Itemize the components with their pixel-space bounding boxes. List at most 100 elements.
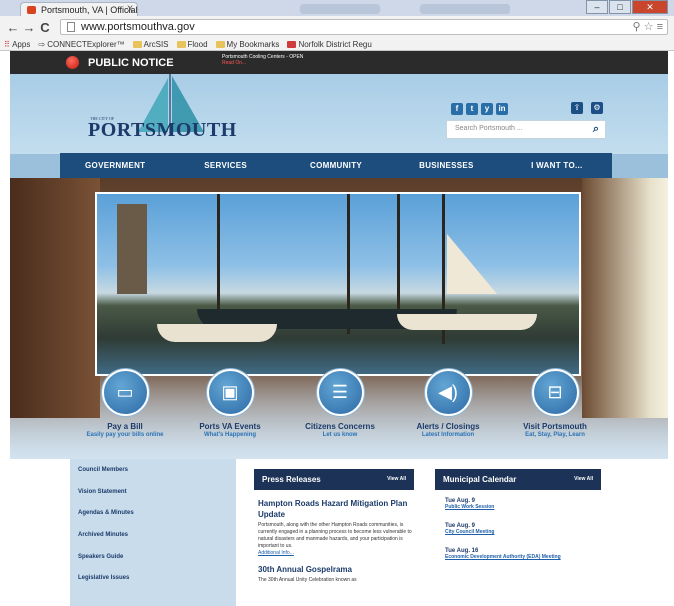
- tab-title: Portsmouth, VA | Official: [41, 5, 138, 15]
- linkedin-icon[interactable]: in: [496, 103, 508, 115]
- calendar-event-link[interactable]: Public Work Session: [445, 504, 601, 511]
- search-icon[interactable]: ⌕: [593, 123, 599, 136]
- alert-dot-icon: [66, 56, 79, 69]
- minimize-icon[interactable]: –: [586, 0, 608, 14]
- nav-i-want-to[interactable]: I WANT TO...: [502, 153, 612, 178]
- browser-tab[interactable]: Portsmouth, VA | Official X: [20, 2, 138, 16]
- quick-link-title: Pay a Bill: [107, 422, 143, 431]
- bookmark-red-icon: [287, 41, 297, 49]
- bookmark-item[interactable]: Norfolk District Regu: [287, 40, 372, 49]
- favicon-icon: [27, 6, 36, 14]
- bookmark-item[interactable]: My Bookmarks: [215, 40, 279, 49]
- website: PUBLIC NOTICE Portsmouth Cooling Centers…: [10, 51, 668, 606]
- sidebar-item-speakers-guide[interactable]: Speakers Guide: [70, 546, 236, 568]
- quick-link-subtitle: Easily pay your bills online: [86, 432, 164, 438]
- settings-icon[interactable]: ⚙: [591, 102, 603, 114]
- nav-community[interactable]: COMMUNITY: [281, 153, 391, 178]
- bookmark-link-icon: ⇨: [38, 40, 48, 49]
- press-item-body: Portsmouth, along with the other Hampton…: [258, 522, 412, 549]
- press-item-title[interactable]: Hampton Roads Hazard Mitigation Plan Upd…: [258, 498, 414, 520]
- sidebar-item-agendas-minutes[interactable]: Agendas & Minutes: [70, 502, 236, 524]
- content-area: Council Members Vision Statement Agendas…: [10, 459, 668, 606]
- quick-links: ▭ Pay a Bill Easily pay your bills onlin…: [70, 369, 610, 449]
- quick-link-title: Visit Portsmouth: [523, 422, 587, 431]
- browser-toolbar: ← → C www.portsmouthva.gov ⚲ ☆ ≡ ⠿ Apps …: [0, 16, 674, 51]
- public-notice-bar[interactable]: PUBLIC NOTICE Portsmouth Cooling Centers…: [10, 51, 668, 74]
- browser-tab-strip: Portsmouth, VA | Official X – □ ✕: [0, 0, 674, 16]
- quick-link-title: Alerts / Closings: [416, 422, 480, 431]
- quick-link-visit[interactable]: ⊟ Visit Portsmouth Eat, Stay, Play, Lear…: [500, 369, 610, 438]
- url-text: www.portsmouthva.gov: [81, 21, 195, 33]
- calendar-event-link[interactable]: City Council Meeting: [445, 529, 601, 536]
- forward-button[interactable]: →: [22, 20, 36, 35]
- press-item-title[interactable]: 30th Annual Gospelrama: [258, 564, 414, 575]
- calendar-header: Municipal Calendar View All: [435, 469, 601, 490]
- quick-link-alerts[interactable]: ◀) Alerts / Closings Latest Information: [393, 369, 503, 438]
- quick-link-title: Citizens Concerns: [305, 422, 375, 431]
- sidebar-item-vision-statement[interactable]: Vision Statement: [70, 481, 236, 503]
- quick-link-pay-bill[interactable]: ▭ Pay a Bill Easily pay your bills onlin…: [70, 369, 180, 438]
- bookmark-item[interactable]: ⠿ Apps: [4, 40, 30, 49]
- calendar-title: Municipal Calendar: [443, 475, 517, 484]
- briefcase-icon: ⊟: [531, 369, 579, 416]
- youtube-icon[interactable]: y: [481, 103, 493, 115]
- close-window-icon[interactable]: ✕: [632, 0, 668, 14]
- calendar-event-link[interactable]: Economic Development Authority (EDA) Mee…: [445, 554, 585, 561]
- nav-services[interactable]: SERVICES: [170, 153, 280, 178]
- tab-close-icon[interactable]: X: [127, 4, 133, 14]
- credit-card-icon: ▭: [101, 369, 149, 416]
- window-controls: – □ ✕: [585, 0, 668, 14]
- press-releases-panel: Press Releases View All Hampton Roads Ha…: [254, 469, 414, 606]
- quick-link-subtitle: What's Happening: [203, 432, 257, 438]
- press-releases-header: Press Releases View All: [254, 469, 414, 490]
- quick-link-events[interactable]: ▣ Ports VA Events What's Happening: [175, 369, 285, 438]
- chat-icon: ☰: [316, 369, 364, 416]
- calendar-view-all-link[interactable]: View All: [574, 476, 593, 482]
- quick-link-concerns[interactable]: ☰ Citizens Concerns Let us know: [285, 369, 395, 438]
- press-view-all-link[interactable]: View All: [387, 476, 406, 482]
- notice-ticker[interactable]: Portsmouth Cooling Centers - OPEN Read O…: [222, 54, 303, 66]
- facebook-icon[interactable]: f: [451, 103, 463, 115]
- council-sidebar: Council Members Vision Statement Agendas…: [70, 459, 236, 606]
- site-logo[interactable]: PORTSMOUTH: [88, 119, 237, 142]
- sidebar-item-council-members[interactable]: Council Members: [70, 459, 236, 481]
- bookmark-item[interactable]: ArcSIS: [132, 40, 169, 49]
- folder-icon: [215, 41, 225, 49]
- quick-link-subtitle: Let us know: [322, 432, 358, 438]
- nav-businesses[interactable]: BUSINESSES: [391, 153, 501, 178]
- back-button[interactable]: ←: [6, 20, 20, 35]
- megaphone-icon: ◀): [424, 369, 472, 416]
- public-notice-label: PUBLIC NOTICE: [88, 57, 174, 69]
- background-tab[interactable]: [420, 4, 510, 14]
- share-icon[interactable]: ⇪: [571, 102, 583, 114]
- background-tab[interactable]: [300, 4, 380, 14]
- search-input[interactable]: Search Portsmouth ... ⌕: [446, 120, 606, 139]
- municipal-calendar-panel: Municipal Calendar View All Tue Aug. 9 P…: [435, 469, 601, 606]
- bookmark-item[interactable]: Flood: [176, 40, 208, 49]
- sidebar-item-legislative-issues[interactable]: Legislative Issues: [70, 567, 236, 589]
- apps-icon: ⠿: [4, 40, 13, 49]
- twitter-icon[interactable]: t: [466, 103, 478, 115]
- press-releases-title: Press Releases: [262, 475, 321, 484]
- main-navigation: GOVERNMENT SERVICES COMMUNITY BUSINESSES…: [60, 153, 612, 178]
- folder-icon: [132, 41, 142, 49]
- picture-icon: ▣: [206, 369, 254, 416]
- bookmark-item[interactable]: ⇨ CONNECTExplorer™: [38, 40, 124, 49]
- quick-link-title: Ports VA Events: [199, 422, 261, 431]
- press-item-link[interactable]: Additional Info...: [258, 550, 414, 556]
- search-placeholder: Search Portsmouth ...: [455, 125, 523, 132]
- nav-government[interactable]: GOVERNMENT: [60, 153, 170, 178]
- quick-link-subtitle: Eat, Stay, Play, Learn: [525, 432, 585, 438]
- browser-tools[interactable]: ⚲ ☆ ≡: [633, 20, 663, 34]
- reload-button[interactable]: C: [38, 20, 52, 35]
- quick-link-subtitle: Latest Information: [421, 432, 475, 438]
- sidebar-item-archived-minutes[interactable]: Archived Minutes: [70, 524, 236, 546]
- maximize-icon[interactable]: □: [609, 0, 631, 14]
- social-links: f t y in: [451, 103, 508, 115]
- notice-read-on[interactable]: Read On...: [222, 60, 303, 66]
- address-bar[interactable]: www.portsmouthva.gov ⚲ ☆ ≡: [60, 19, 668, 35]
- site-header: THE CITY OF PORTSMOUTH f t y in ⇪ ⚙ Sear…: [10, 74, 668, 154]
- folder-icon: [176, 41, 186, 49]
- press-item-body: The 30th Annual Unity Celebration known …: [258, 577, 357, 583]
- bookmarks-bar: ⠿ Apps ⇨ CONNECTExplorer™ ArcSIS Flood M…: [0, 38, 674, 51]
